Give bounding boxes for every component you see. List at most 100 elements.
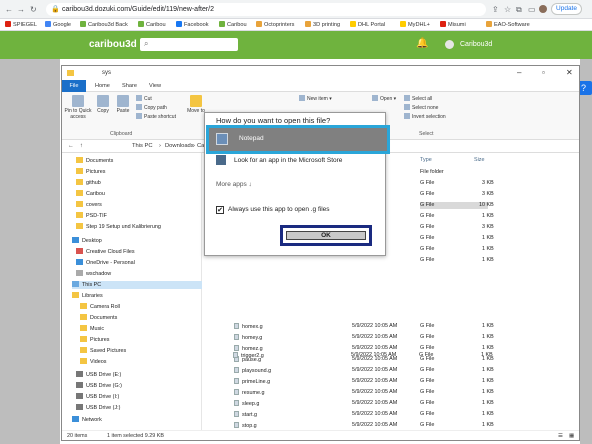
- store-option[interactable]: Look for an app in the Microsoft Store: [216, 155, 342, 165]
- file-size-cell: 1 KB: [482, 257, 494, 263]
- maximize-icon[interactable]: ▫: [542, 66, 545, 80]
- nav-item[interactable]: Documents: [76, 157, 113, 165]
- column-header-type[interactable]: Type: [420, 157, 432, 163]
- tiles-view-icon[interactable]: ▦: [569, 431, 574, 442]
- nav-item[interactable]: Saved Pictures: [80, 347, 126, 355]
- avatar[interactable]: [445, 40, 454, 49]
- search-input[interactable]: ⌕: [140, 38, 238, 51]
- nav-item[interactable]: PSD-TIF: [76, 212, 107, 220]
- bookmark-item[interactable]: Caribou3d Back: [80, 19, 128, 31]
- invert-selection-icon: [404, 113, 410, 119]
- back-arrow-icon[interactable]: ←: [68, 140, 74, 153]
- file-icon: [234, 389, 239, 395]
- bookmark-item[interactable]: Octoprinters: [256, 19, 294, 31]
- tab-home[interactable]: Home: [95, 80, 110, 92]
- nav-item[interactable]: Pictures: [76, 168, 105, 176]
- browser-toolbar: ← → ↻ 🔒 caribou3d.dozuki.com/Guide/edit/…: [0, 0, 592, 19]
- details-view-icon[interactable]: ☰: [558, 431, 563, 442]
- file-icon: [233, 352, 238, 358]
- nav-item[interactable]: Documents: [80, 314, 117, 322]
- bookmark-item[interactable]: Caribou: [138, 19, 166, 31]
- back-icon[interactable]: ←: [5, 5, 13, 14]
- close-icon[interactable]: ✕: [566, 66, 573, 80]
- nav-item[interactable]: Step 19 Setup und Kalibrierung: [76, 223, 161, 231]
- sidebar-icon[interactable]: ▭: [528, 5, 536, 14]
- nav-item[interactable]: USB Drive (G:): [76, 382, 122, 390]
- ok-button[interactable]: OK: [286, 231, 366, 240]
- nav-item[interactable]: Network: [72, 416, 102, 424]
- invert-selection-button[interactable]: Invert selection: [404, 113, 446, 120]
- minimize-icon[interactable]: –: [517, 66, 521, 80]
- bell-icon[interactable]: 🔔: [416, 38, 428, 49]
- nav-item[interactable]: OneDrive - Personal: [76, 259, 135, 267]
- nav-item[interactable]: Music: [80, 325, 104, 333]
- select-all-button[interactable]: Select all: [404, 95, 432, 102]
- site-logo[interactable]: caribou3d: [89, 39, 137, 50]
- bookmark-item[interactable]: DHL Portal: [350, 19, 385, 31]
- select-group-label: Select: [419, 131, 434, 137]
- breadcrumb-sep: ›: [159, 143, 161, 149]
- nav-item[interactable]: github: [76, 179, 101, 187]
- reload-icon[interactable]: ↻: [30, 5, 37, 14]
- nav-item[interactable]: Pictures: [80, 336, 109, 344]
- file-size-cell: 1 KB: [482, 246, 494, 252]
- app-option-notepad[interactable]: Notepad: [206, 125, 390, 154]
- extensions-icon[interactable]: ⧉: [516, 5, 522, 15]
- nav-item-this-pc[interactable]: This PC: [72, 281, 202, 289]
- nav-item[interactable]: Videos: [80, 358, 106, 366]
- nav-item[interactable]: Creative Cloud Files: [76, 248, 135, 256]
- paste-button[interactable]: Paste: [114, 95, 132, 114]
- bookmark-item[interactable]: Google: [45, 19, 71, 31]
- file-type-cell: G File: [420, 180, 435, 186]
- paste-shortcut-button[interactable]: Paste shortcut: [136, 113, 176, 120]
- nav-item[interactable]: Caribou: [76, 190, 105, 198]
- address-bar[interactable]: 🔒 caribou3d.dozuki.com/Guide/edit/119/ne…: [46, 3, 486, 16]
- select-none-icon: [404, 104, 410, 110]
- star-icon[interactable]: ☆: [504, 5, 511, 14]
- update-button[interactable]: Update: [551, 3, 582, 15]
- tab-share[interactable]: Share: [122, 80, 137, 92]
- nav-item[interactable]: USB Drive (J:): [76, 404, 120, 412]
- breadcrumb-item[interactable]: Downloads: [165, 140, 194, 153]
- file-type-cell: File folder: [420, 169, 444, 175]
- always-use-checkbox[interactable]: ✔ Always use this app to open .g files: [216, 206, 330, 214]
- up-arrow-icon[interactable]: ↑: [80, 140, 83, 153]
- new-item-button[interactable]: New item ▾: [299, 95, 332, 102]
- profile-avatar[interactable]: [539, 5, 547, 13]
- copy-icon: [97, 95, 109, 107]
- tab-file[interactable]: File: [62, 80, 86, 92]
- nav-item[interactable]: Libraries: [72, 292, 103, 300]
- dimmed-backdrop-right: [580, 59, 592, 444]
- bookmark-item[interactable]: EAO-Software: [486, 19, 530, 31]
- bookmark-item[interactable]: Facebook: [176, 19, 209, 31]
- nav-item[interactable]: Camera Roll: [80, 303, 120, 311]
- bookmark-item[interactable]: MyDHL+: [400, 19, 430, 31]
- bookmark-item[interactable]: Caribou: [219, 19, 247, 31]
- pin-icon: [72, 95, 84, 107]
- pin-button[interactable]: Pin to Quick access: [64, 95, 92, 120]
- tab-view[interactable]: View: [149, 80, 161, 92]
- forward-icon[interactable]: →: [17, 5, 25, 14]
- move-to-button[interactable]: Move to: [186, 95, 206, 114]
- more-apps-link[interactable]: More apps ↓: [216, 181, 252, 188]
- cut-button[interactable]: Cut: [136, 95, 152, 102]
- open-button[interactable]: Open ▾: [372, 95, 396, 102]
- bookmark-item[interactable]: SPIEGEL: [5, 19, 37, 31]
- nav-item[interactable]: wschadow: [76, 270, 111, 278]
- file-icon: [234, 378, 239, 384]
- breadcrumb-item[interactable]: This PC: [132, 140, 153, 153]
- select-none-button[interactable]: Select none: [404, 104, 438, 111]
- nav-item[interactable]: covers: [76, 201, 102, 209]
- explorer-titlebar: sys – ▫ ✕: [62, 66, 579, 80]
- notepad-icon: [216, 133, 228, 145]
- copy-button[interactable]: Copy: [95, 95, 111, 114]
- nav-item[interactable]: Desktop: [72, 237, 102, 245]
- copy-path-button[interactable]: Copy path: [136, 104, 167, 111]
- share-icon[interactable]: ⇪: [492, 5, 499, 14]
- column-header-size[interactable]: Size: [474, 157, 485, 163]
- user-name[interactable]: Caribou3d: [460, 41, 492, 48]
- bookmark-item[interactable]: Misumi: [440, 19, 466, 31]
- nav-item[interactable]: USB Drive (E:): [76, 371, 121, 379]
- nav-item[interactable]: USB Drive (I:): [76, 393, 119, 401]
- bookmark-item[interactable]: 3D printing: [305, 19, 340, 31]
